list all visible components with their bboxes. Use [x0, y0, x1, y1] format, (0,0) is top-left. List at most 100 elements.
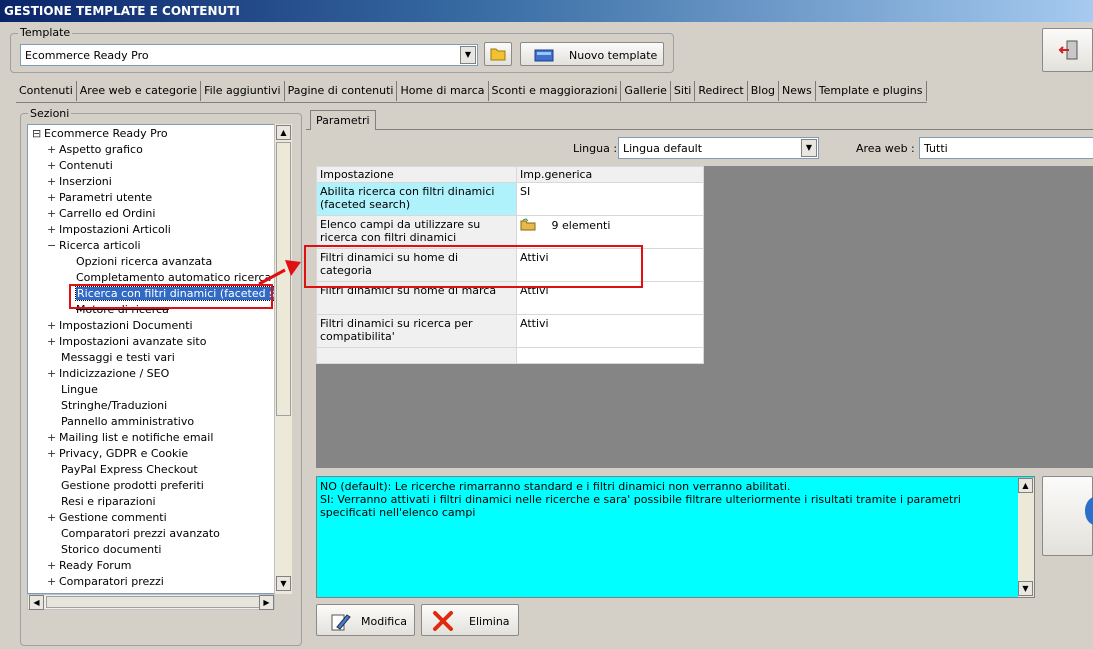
tree-item[interactable]: + Parametri utente	[47, 191, 152, 207]
tree-item[interactable]: Opzioni ricerca avanzata	[76, 255, 212, 271]
expand-toggle-icon[interactable]: +	[47, 207, 59, 221]
tree-item[interactable]: + Ready Forum	[47, 559, 132, 575]
delete-x-icon	[433, 611, 453, 631]
description-panel[interactable]: NO (default): Le ricerche rimarranno sta…	[316, 476, 1035, 598]
table-row[interactable]: Filtri dinamici su ricerca per compatibi…	[316, 314, 704, 348]
chevron-down-icon[interactable]: ▼	[801, 139, 817, 157]
value-cell[interactable]: SI	[516, 182, 704, 216]
scroll-up-icon[interactable]: ▲	[1018, 478, 1033, 493]
expand-toggle-icon[interactable]: +	[47, 511, 59, 525]
tree-item-label: Completamento automatico ricerca	[76, 271, 272, 284]
tree-item-label: Mailing list e notifiche email	[59, 431, 214, 444]
tab-parametri[interactable]: Parametri	[310, 110, 376, 130]
expand-toggle-icon[interactable]: +	[47, 335, 59, 349]
side-action-button[interactable]	[1042, 476, 1093, 556]
tree-item-label: Comparatori prezzi avanzato	[61, 527, 220, 540]
scroll-down-icon[interactable]: ▼	[276, 576, 291, 591]
tree-item[interactable]: + Comparatori prezzi	[47, 575, 164, 591]
tree-item[interactable]: + Indicizzazione / SEO	[47, 367, 169, 383]
tree-item[interactable]: PayPal Express Checkout	[61, 463, 198, 479]
expand-toggle-icon[interactable]: +	[47, 223, 59, 237]
scroll-left-icon[interactable]: ◀	[29, 595, 44, 610]
tree-item[interactable]: ⊟ Ecommerce Ready Pro	[32, 127, 168, 143]
tab-template-plugins[interactable]: Template e plugins	[816, 81, 927, 101]
column-header-setting[interactable]: Impostazione	[316, 166, 517, 183]
expand-toggle-icon[interactable]: +	[47, 367, 59, 381]
expand-toggle-icon[interactable]: +	[47, 319, 59, 333]
tree-item[interactable]: Storico documenti	[61, 543, 161, 559]
tab-redirect[interactable]: Redirect	[695, 81, 748, 101]
tree-item[interactable]: + Impostazioni Documenti	[47, 319, 193, 335]
tree-item[interactable]: Lingue	[61, 383, 98, 399]
scroll-up-icon[interactable]: ▲	[276, 125, 291, 140]
expand-toggle-icon[interactable]: +	[47, 575, 59, 589]
tree-item[interactable]: Stringhe/Traduzioni	[61, 399, 167, 415]
tab-blog[interactable]: Blog	[748, 81, 780, 101]
delete-button-label: Elimina	[469, 615, 510, 628]
tree-item[interactable]: + Contenuti	[47, 159, 113, 175]
params-grid[interactable]: Impostazione Imp.generica Abilita ricerc…	[316, 166, 1093, 468]
open-folder-button[interactable]	[484, 42, 512, 66]
tree-item[interactable]: + Gestione commenti	[47, 511, 167, 527]
tree-item-label: Stringhe/Traduzioni	[61, 399, 168, 412]
value-cell-empty[interactable]	[516, 347, 704, 364]
tab-news[interactable]: News	[779, 81, 816, 101]
expand-toggle-icon[interactable]: ⊟	[32, 127, 44, 141]
area-web-select[interactable]: Tutti	[919, 137, 1093, 159]
tree-item[interactable]: − Ricerca articoli	[47, 239, 141, 255]
value-cell-list[interactable]: 9 elementi	[516, 215, 704, 249]
chevron-down-icon[interactable]: ▼	[460, 46, 476, 64]
expand-toggle-icon[interactable]: +	[47, 175, 59, 189]
tree-item-label: Storico documenti	[61, 543, 162, 556]
column-header-value[interactable]: Imp.generica	[516, 166, 704, 183]
params-tab-bar: Parametri	[306, 110, 1093, 130]
expand-toggle-icon[interactable]: +	[47, 431, 59, 445]
tree-item[interactable]: Gestione prodotti preferiti	[61, 479, 204, 495]
exit-button[interactable]	[1042, 28, 1093, 72]
sections-tree[interactable]: ⊟ Ecommerce Ready Pro + Aspetto grafico + Con…	[27, 124, 275, 594]
tab-file-aggiuntivi[interactable]: File aggiuntivi	[201, 81, 285, 101]
template-select[interactable]: Ecommerce Ready Pro ▼	[20, 44, 478, 66]
tree-item[interactable]: Resi e riparazioni	[61, 495, 156, 511]
expand-toggle-icon[interactable]: +	[47, 143, 59, 157]
tab-gallerie[interactable]: Gallerie	[621, 81, 671, 101]
tree-item[interactable]: + Impostazioni avanzate sito	[47, 335, 206, 351]
expand-toggle-icon[interactable]: +	[47, 191, 59, 205]
expand-toggle-icon[interactable]: −	[47, 239, 59, 253]
tree-item[interactable]: + Impostazioni Articoli	[47, 223, 171, 239]
tree-item[interactable]: + Mailing list e notifiche email	[47, 431, 213, 447]
tree-item[interactable]: Messaggi e testi vari	[61, 351, 175, 367]
new-template-button[interactable]: Nuovo template	[520, 42, 664, 66]
tab-aree-web[interactable]: Aree web e categorie	[77, 81, 202, 101]
tree-item-label: Lingue	[61, 383, 98, 396]
area-web-label: Area web :	[856, 142, 915, 155]
tab-contenuti[interactable]: Contenuti	[16, 81, 77, 101]
tree-item[interactable]: + Privacy, GDPR e Cookie	[47, 447, 188, 463]
tree-item[interactable]: Comparatori prezzi avanzato	[61, 527, 220, 543]
expand-toggle-icon[interactable]: +	[47, 447, 59, 461]
tree-horizontal-scrollbar[interactable]: ◀ ▶	[27, 594, 275, 610]
table-row[interactable]: Elenco campi da utilizzare su ricerca co…	[316, 215, 704, 249]
edit-button[interactable]: Modifica	[316, 604, 415, 636]
tree-item[interactable]: + Aspetto grafico	[47, 143, 143, 159]
tree-item-label: Privacy, GDPR e Cookie	[59, 447, 189, 460]
description-scrollbar[interactable]: ▲ ▼	[1018, 478, 1034, 597]
tab-siti[interactable]: Siti	[671, 81, 696, 101]
tab-pagine[interactable]: Pagine di contenuti	[285, 81, 398, 101]
language-select[interactable]: Lingua default ▼	[618, 137, 819, 159]
delete-button[interactable]: Elimina	[421, 604, 519, 636]
tree-item[interactable]: + Inserzioni	[47, 175, 112, 191]
expand-toggle-icon[interactable]: +	[47, 159, 59, 173]
value-cell[interactable]: Attivi	[516, 314, 704, 348]
tree-item[interactable]: Pannello amministrativo	[61, 415, 194, 431]
table-row-empty[interactable]	[316, 347, 704, 364]
tab-sconti[interactable]: Sconti e maggiorazioni	[489, 81, 622, 101]
scroll-right-icon[interactable]: ▶	[259, 595, 274, 610]
scroll-down-icon[interactable]: ▼	[1018, 581, 1033, 596]
h-scroll-thumb[interactable]	[46, 596, 266, 608]
tree-item[interactable]: + Carrello ed Ordini	[47, 207, 155, 223]
tab-home-marca[interactable]: Home di marca	[397, 81, 489, 101]
expand-toggle-icon[interactable]: +	[47, 559, 59, 573]
tree-vertical-scrollbar[interactable]: ▲ ▼	[274, 124, 292, 594]
table-row[interactable]: Abilita ricerca con filtri dinamici (fac…	[316, 182, 704, 216]
